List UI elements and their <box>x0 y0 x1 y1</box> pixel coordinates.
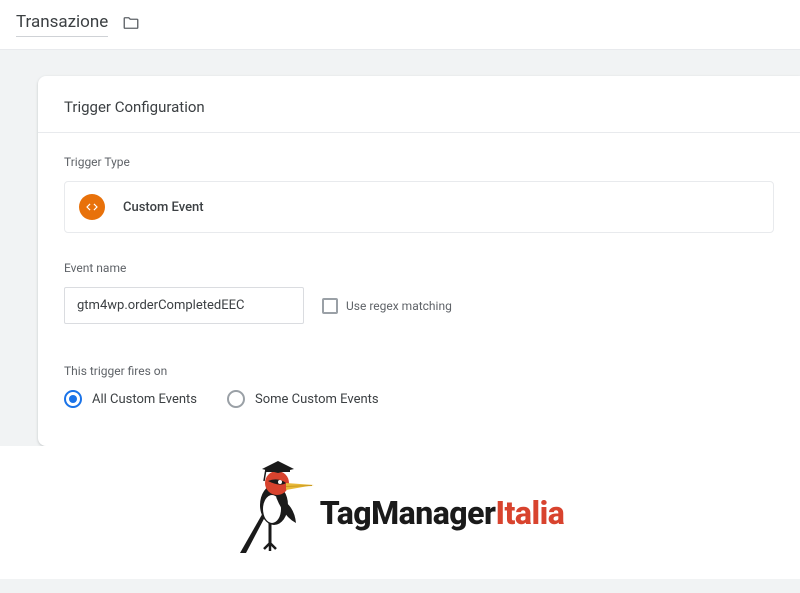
radio-all-custom-events[interactable]: All Custom Events <box>64 390 197 408</box>
page-title[interactable]: Transazione <box>16 12 108 37</box>
event-name-input[interactable] <box>64 287 304 324</box>
card-title: Trigger Configuration <box>64 98 774 116</box>
event-name-label: Event name <box>64 261 774 275</box>
logo-text-red: Italia <box>495 494 564 532</box>
checkbox-icon <box>322 298 338 314</box>
folder-icon[interactable] <box>122 14 140 36</box>
custom-event-icon <box>79 194 105 220</box>
trigger-config-card: Trigger Configuration Trigger Type Custo… <box>38 76 800 446</box>
radio-label: Some Custom Events <box>255 392 379 407</box>
brand-logo: TagManagerItalia <box>236 465 565 561</box>
radio-icon <box>227 390 245 408</box>
radio-label: All Custom Events <box>92 392 197 407</box>
divider <box>38 132 800 133</box>
trigger-type-value: Custom Event <box>123 200 204 215</box>
fires-on-label: This trigger fires on <box>64 364 774 378</box>
logo-text-black: TagManager <box>320 494 496 532</box>
radio-icon <box>64 390 82 408</box>
regex-checkbox-label: Use regex matching <box>346 299 452 313</box>
trigger-type-label: Trigger Type <box>64 155 774 169</box>
woodpecker-icon <box>236 465 320 561</box>
radio-some-custom-events[interactable]: Some Custom Events <box>227 390 379 408</box>
trigger-type-selector[interactable]: Custom Event <box>64 181 774 233</box>
regex-checkbox[interactable]: Use regex matching <box>322 298 452 314</box>
